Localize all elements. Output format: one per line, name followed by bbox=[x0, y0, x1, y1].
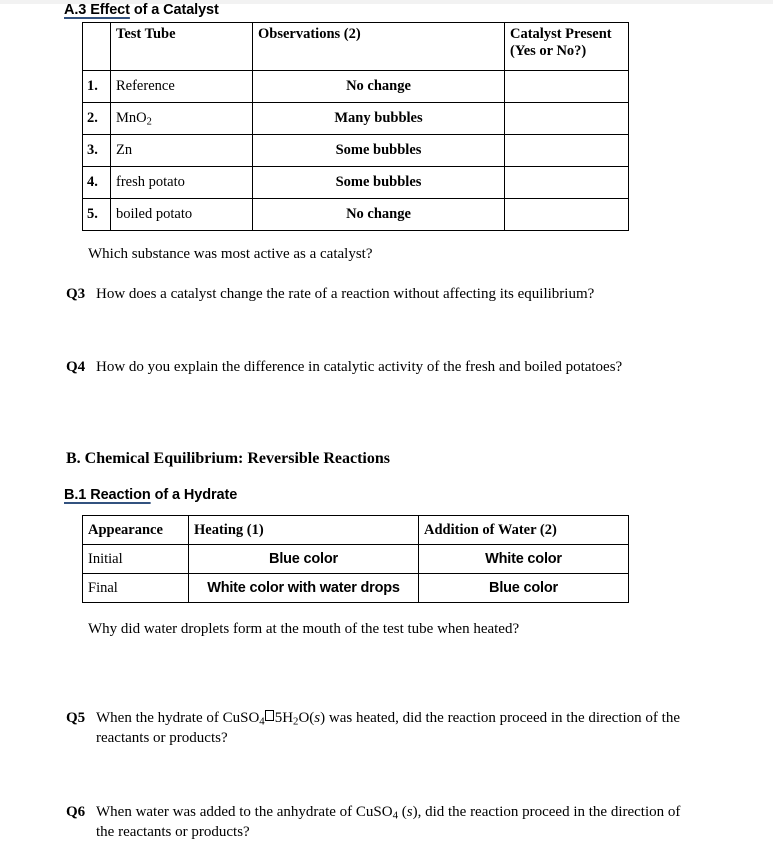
row-observations: No change bbox=[252, 70, 505, 103]
question-q4: Q4 How do you explain the difference in … bbox=[66, 358, 696, 377]
heading-b1-underlined: B.1 Reaction bbox=[64, 487, 151, 503]
question-q5: Q5 When the hydrate of CuSO4 5H2O(s) was … bbox=[66, 709, 706, 748]
header-heating: Heating (1) bbox=[188, 515, 419, 545]
row-test-tube: MnO2 bbox=[110, 102, 253, 135]
row-catalyst-present[interactable] bbox=[504, 70, 629, 103]
header-catalyst-present-line2: (Yes or No?) bbox=[510, 43, 587, 60]
row-appearance: Initial bbox=[82, 544, 189, 574]
document-page: A.3 Effect of a Catalyst Test Tube Obser… bbox=[0, 0, 773, 851]
q6-part2: ( bbox=[397, 804, 407, 820]
row-test-tube: boiled potato bbox=[110, 198, 253, 231]
question-q5-text: When the hydrate of CuSO4 5H2O(s) was hea… bbox=[96, 709, 706, 748]
table-hydrate-reaction: Appearance Heating (1) Addition of Water… bbox=[82, 515, 629, 603]
q5-part3: O( bbox=[298, 710, 315, 726]
row-appearance: Final bbox=[82, 573, 189, 603]
table-row: Initial Blue color White color bbox=[82, 544, 629, 574]
row-number: 5. bbox=[82, 198, 111, 231]
question-q4-text: How do you explain the difference in cat… bbox=[96, 359, 623, 375]
row-addition-of-water: Blue color bbox=[418, 573, 629, 603]
row-test-tube-subscript: 2 bbox=[146, 116, 152, 128]
row-number: 4. bbox=[82, 166, 111, 199]
question-q6-text: When water was added to the anhydrate of… bbox=[96, 803, 681, 842]
header-appearance: Appearance bbox=[82, 515, 189, 545]
question-q4-label: Q4 bbox=[66, 359, 86, 375]
table-header-row: Appearance Heating (1) Addition of Water… bbox=[82, 515, 629, 545]
row-heating: White color with water drops bbox=[188, 573, 419, 603]
missing-glyph-box bbox=[265, 710, 275, 721]
question-q3: Q3 How does a catalyst change the rate o… bbox=[66, 285, 711, 304]
question-q3-text: How does a catalyst change the rate of a… bbox=[96, 286, 595, 302]
row-number: 1. bbox=[82, 70, 111, 103]
row-observations: No change bbox=[252, 198, 505, 231]
row-number: 3. bbox=[82, 134, 111, 167]
question-q6-label: Q6 bbox=[66, 804, 86, 820]
heading-b1: B.1 Reaction of a Hydrate bbox=[64, 487, 237, 503]
row-catalyst-present[interactable] bbox=[504, 166, 629, 199]
prompt-which-substance: Which substance was most active as a cat… bbox=[88, 246, 373, 262]
table-row: 2. MnO2 Many bubbles bbox=[82, 102, 629, 135]
heading-section-b: B. Chemical Equilibrium: Reversible Reac… bbox=[66, 450, 390, 467]
table-catalyst-effect: Test Tube Observations (2) Catalyst Pres… bbox=[82, 22, 629, 231]
row-catalyst-present[interactable] bbox=[504, 134, 629, 167]
header-catalyst-present-line1: Catalyst Present bbox=[510, 26, 612, 42]
heading-b1-rest: of a Hydrate bbox=[150, 487, 238, 503]
table-row: 5. boiled potato No change bbox=[82, 198, 629, 231]
table-row: 1. Reference No change bbox=[82, 70, 629, 103]
table-header-row: Test Tube Observations (2) Catalyst Pres… bbox=[82, 22, 629, 71]
row-test-tube-formula: MnO bbox=[116, 109, 147, 126]
q5-part1: When the hydrate of CuSO bbox=[96, 710, 260, 726]
row-observations: Some bubbles bbox=[252, 134, 505, 167]
row-addition-of-water: White color bbox=[418, 544, 629, 574]
row-test-tube: fresh potato bbox=[110, 166, 253, 199]
prompt-why-droplets: Why did water droplets form at the mouth… bbox=[88, 621, 520, 637]
question-q6: Q6 When water was added to the anhydrate… bbox=[66, 803, 681, 842]
question-q3-label: Q3 bbox=[66, 286, 86, 302]
row-number: 2. bbox=[82, 102, 111, 135]
row-observations: Some bubbles bbox=[252, 166, 505, 199]
header-number bbox=[82, 22, 111, 71]
header-observations: Observations (2) bbox=[252, 22, 505, 71]
row-test-tube: Zn bbox=[110, 134, 253, 167]
row-observations: Many bubbles bbox=[252, 102, 505, 135]
table-row: 3. Zn Some bubbles bbox=[82, 134, 629, 167]
table-row: Final White color with water drops Blue … bbox=[82, 573, 629, 603]
row-catalyst-present[interactable] bbox=[504, 198, 629, 231]
q5-subscript-1: 4 bbox=[259, 715, 265, 728]
q5-part2: 5H bbox=[274, 710, 294, 726]
header-addition-of-water: Addition of Water (2) bbox=[418, 515, 629, 545]
question-q5-label: Q5 bbox=[66, 710, 86, 726]
heading-a3-underlined: A.3 Effect bbox=[64, 2, 130, 18]
table-row: 4. fresh potato Some bubbles bbox=[82, 166, 629, 199]
row-catalyst-present[interactable] bbox=[504, 102, 629, 135]
row-test-tube: Reference bbox=[110, 70, 253, 103]
heading-a3: A.3 Effect of a Catalyst bbox=[64, 2, 219, 18]
header-catalyst-present: Catalyst Present (Yes or No?) bbox=[504, 22, 629, 71]
row-heating: Blue color bbox=[188, 544, 419, 574]
heading-a3-rest: of a Catalyst bbox=[129, 2, 219, 18]
header-test-tube: Test Tube bbox=[110, 22, 253, 71]
q6-part1: When water was added to the anhydrate of… bbox=[96, 804, 393, 820]
